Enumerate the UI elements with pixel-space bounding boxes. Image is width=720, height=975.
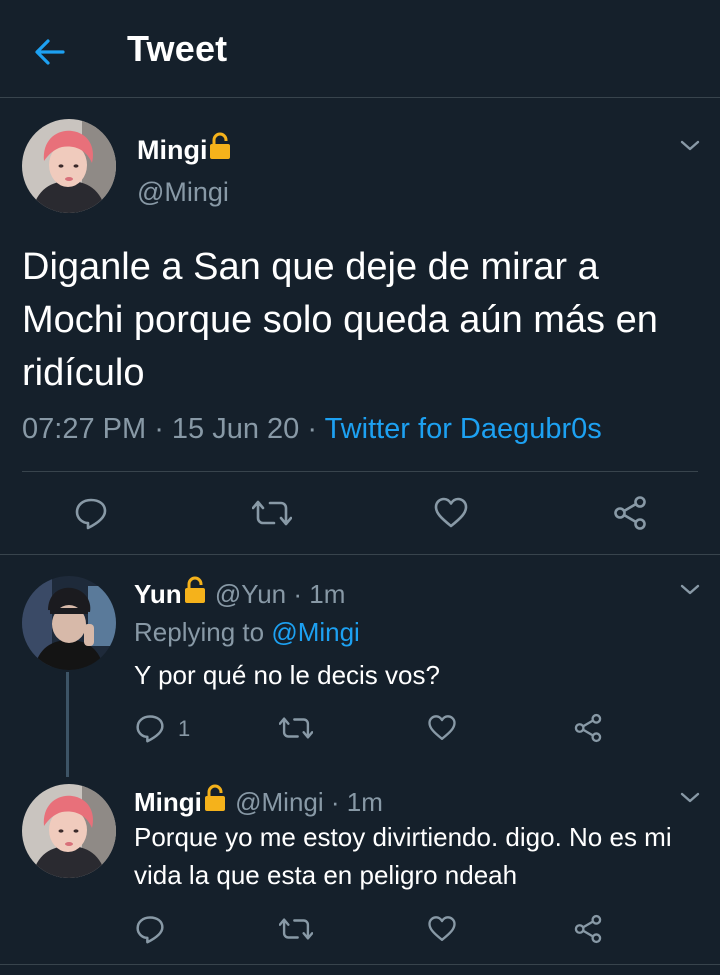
page-title: Tweet — [127, 28, 228, 69]
tweet-time: 07:27 PM — [22, 413, 147, 445]
top-bar: Tweet — [0, 0, 720, 98]
lock-icon — [184, 576, 205, 603]
separator: · — [146, 413, 172, 445]
lock-icon — [210, 132, 231, 159]
retweet-icon[interactable] — [252, 498, 292, 528]
tweet-meta: 07:27 PM · 15 Jun 20 · Twitter for Daegu… — [22, 413, 602, 446]
replying-to-label: Replying to — [134, 617, 272, 647]
author-name[interactable]: Yun — [134, 579, 182, 609]
avatar[interactable] — [22, 576, 116, 670]
chevron-down-icon[interactable] — [678, 133, 702, 157]
separator: · — [286, 579, 310, 609]
reply-icon[interactable] — [74, 496, 108, 530]
separator: · — [323, 787, 347, 817]
divider — [22, 471, 698, 472]
chevron-down-icon[interactable] — [678, 785, 702, 809]
reply-text: Y por qué no le decis vos? — [134, 660, 440, 690]
replying-to: Replying to @Mingi — [134, 617, 360, 648]
thread-connector — [66, 672, 69, 777]
chevron-down-icon[interactable] — [678, 577, 702, 601]
author-handle[interactable]: @Mingi — [235, 787, 324, 817]
retweet-icon[interactable] — [279, 715, 313, 741]
divider — [0, 554, 720, 555]
separator: · — [299, 413, 325, 445]
heart-icon[interactable] — [427, 915, 457, 943]
retweet-icon[interactable] — [279, 916, 313, 942]
reply-header: Mingi @Mingi · 1m — [134, 783, 383, 818]
reply-count: 1 — [178, 716, 191, 741]
reply-time: 1m — [346, 787, 383, 817]
tweet-date: 15 Jun 20 — [171, 413, 300, 445]
share-icon[interactable] — [612, 495, 648, 531]
reply-time: 1m — [309, 579, 346, 609]
avatar[interactable] — [22, 784, 116, 878]
lock-icon — [204, 784, 225, 811]
author-name-row[interactable]: Mingi — [137, 131, 233, 166]
share-icon[interactable] — [573, 712, 603, 744]
replying-to-link[interactable]: @Mingi — [271, 617, 360, 647]
reply-icon[interactable] — [135, 914, 165, 944]
tweet-text: Diganle a San que deje de mirar a Mochi … — [22, 246, 658, 394]
reply-icon[interactable] — [135, 713, 165, 743]
avatar[interactable] — [22, 119, 116, 213]
tweet-source-link[interactable]: Twitter for Daegubr0s — [325, 413, 602, 445]
share-icon[interactable] — [573, 913, 603, 945]
author-name[interactable]: Mingi — [134, 787, 202, 817]
reply-text: Porque yo me estoy divirtiendo. digo. No… — [134, 822, 672, 890]
heart-icon[interactable] — [433, 497, 469, 529]
author-name[interactable]: Mingi — [137, 135, 207, 165]
divider — [0, 964, 720, 965]
heart-icon[interactable] — [427, 714, 457, 742]
author-handle[interactable]: @Mingi — [137, 177, 229, 208]
arrow-left-icon[interactable] — [30, 32, 70, 72]
author-handle[interactable]: @Yun — [215, 579, 286, 609]
reply-header: Yun @Yun · 1m — [134, 575, 345, 610]
